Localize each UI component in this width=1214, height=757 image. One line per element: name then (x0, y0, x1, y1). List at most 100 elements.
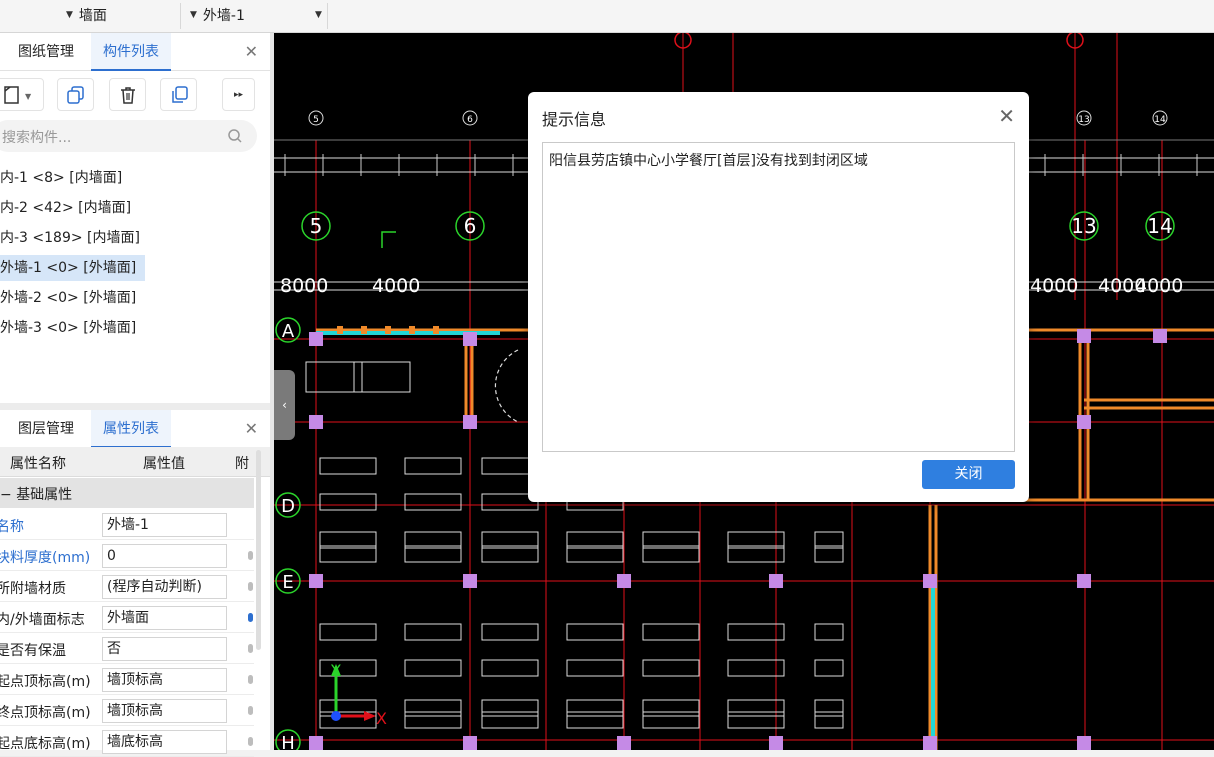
axis-label: 6 (464, 214, 477, 238)
property-value-field[interactable]: 墙底标高 (102, 730, 227, 754)
furniture (404, 711, 462, 729)
property-group-basic[interactable]: − 基础属性 (0, 478, 254, 508)
column-header-name: 属性名称 (10, 456, 66, 472)
collapse-panel-button[interactable]: ‹ (274, 370, 295, 440)
tab-drawing-management[interactable]: 图纸管理 (6, 33, 86, 71)
list-item[interactable]: 内-2 <42> [内墙面] (0, 195, 131, 221)
attach-checkbox[interactable] (248, 551, 253, 560)
group-label: − 基础属性 (0, 484, 72, 504)
property-row[interactable]: 块料厚度(mm) 0 (0, 540, 254, 571)
furniture (642, 623, 700, 641)
furniture (404, 659, 462, 677)
property-value-field[interactable]: 否 (102, 637, 227, 661)
wall-marker (409, 326, 415, 334)
component-value: 外墙-1 (202, 8, 245, 24)
property-value-field[interactable]: 0 (102, 544, 227, 568)
property-row[interactable]: 名称 外墙-1 (0, 509, 254, 540)
list-item[interactable]: 内-1 <8> [内墙面] (0, 165, 122, 191)
furniture (404, 623, 462, 641)
furniture (404, 457, 462, 475)
axis-label: 14 (1147, 214, 1172, 238)
dialog-title: 提示信息 (542, 110, 607, 129)
property-table-header: 属性名称 属性值 附 (0, 447, 270, 477)
property-value-field[interactable]: 墙顶标高 (102, 699, 227, 723)
list-item[interactable]: 外墙-3 <0> [外墙面] (0, 315, 136, 341)
close-icon[interactable]: ✕ (998, 104, 1015, 128)
group-title: 基础属性 (16, 487, 73, 503)
property-scrollbar[interactable] (256, 450, 261, 650)
tab-property-list[interactable]: 属性列表 (91, 410, 171, 448)
component-type-dropdown[interactable]: ▼ 墙面 (66, 0, 107, 30)
property-row[interactable]: 所附墙材质 (程序自动判断) (0, 571, 254, 602)
property-row[interactable]: 起点底标高(m) 墙底标高 (0, 726, 254, 757)
property-value-field[interactable]: (程序自动判断) (102, 575, 227, 599)
axis-label: D (281, 496, 295, 517)
attach-checkbox[interactable] (248, 706, 253, 715)
furniture (566, 623, 624, 641)
component-dropdown[interactable]: ▼ 外墙-1 (190, 0, 245, 30)
attach-checkbox[interactable] (248, 644, 253, 653)
list-item[interactable]: 内-3 <189> [内墙面] (0, 225, 140, 251)
copy-component-button[interactable] (57, 78, 94, 111)
more-tools-button[interactable]: ▸▸ (222, 78, 255, 111)
duplicate-component-button[interactable] (160, 78, 197, 111)
wall-marker (361, 326, 367, 334)
component-type-value: 墙面 (78, 8, 107, 24)
column-marker (923, 574, 937, 588)
wall-marker (433, 326, 439, 334)
column-header-attach: 附 (235, 456, 249, 472)
dimension-text: 4000 (1135, 275, 1183, 297)
attach-checkbox[interactable] (248, 675, 253, 684)
info-dialog: 提示信息 ✕ 阳信县劳店镇中心小学餐厅[首层]没有找到封闭区域 关闭 (528, 92, 1029, 502)
attach-checkbox[interactable] (248, 613, 253, 622)
furniture (814, 623, 844, 641)
column-marker (463, 332, 477, 346)
property-value-field[interactable]: 外墙-1 (102, 513, 227, 537)
search-input[interactable]: 搜索构件... (2, 127, 71, 147)
column-marker (1077, 736, 1091, 750)
dimension-text: 4000 (1030, 275, 1078, 297)
furniture (642, 699, 700, 717)
close-button[interactable]: 关闭 (922, 460, 1015, 489)
tab-layer-management[interactable]: 图层管理 (6, 410, 86, 448)
component-dropdown-arrow[interactable]: ▼ (315, 0, 328, 30)
new-icon: ▼ (4, 85, 32, 104)
duplicate-icon (171, 85, 188, 103)
dimension-text: 8000 (280, 275, 328, 297)
bracket-mark (381, 231, 396, 248)
component-search[interactable]: 搜索构件... (0, 120, 257, 152)
delete-icon (120, 86, 135, 104)
close-icon[interactable]: ✕ (245, 33, 258, 71)
furniture (566, 699, 624, 717)
axis-label-small: 6 (467, 115, 473, 125)
dimension-text: 4000 (372, 275, 420, 297)
furniture (319, 493, 377, 511)
new-component-button[interactable]: ▼ (0, 78, 44, 111)
property-row[interactable]: 起点顶标高(m) 墙顶标高 (0, 664, 254, 695)
axis-label-small: 14 (1154, 115, 1166, 125)
property-name: 名称 (0, 519, 24, 535)
property-name: 起点底标高(m) (0, 736, 91, 752)
list-item-selected[interactable]: 外墙-1 <0> [外墙面] (0, 255, 145, 281)
axis-label: 5 (310, 214, 323, 238)
property-row[interactable]: 是否有保温 否 (0, 633, 254, 664)
property-row[interactable]: 终点顶标高(m) 墙顶标高 (0, 695, 254, 726)
close-icon[interactable]: ✕ (245, 410, 258, 448)
property-value-field[interactable]: 外墙面 (102, 606, 227, 630)
axis-label: 13 (1071, 214, 1096, 238)
list-item[interactable]: 外墙-2 <0> [外墙面] (0, 285, 136, 311)
column-marker (1153, 329, 1167, 343)
column-marker (309, 332, 323, 346)
furniture (566, 711, 624, 729)
delete-component-button[interactable] (109, 78, 146, 111)
column-marker (769, 736, 783, 750)
search-icon[interactable] (227, 128, 243, 144)
attach-checkbox[interactable] (248, 737, 253, 746)
ucs-origin (331, 711, 341, 721)
property-value-field[interactable]: 墙顶标高 (102, 668, 227, 692)
furniture (814, 699, 844, 717)
property-row[interactable]: 内/外墙面标志 外墙面 (0, 602, 254, 633)
tab-component-list[interactable]: 构件列表 (91, 33, 171, 71)
chevron-down-icon: ▼ (190, 10, 197, 20)
attach-checkbox[interactable] (248, 582, 253, 591)
